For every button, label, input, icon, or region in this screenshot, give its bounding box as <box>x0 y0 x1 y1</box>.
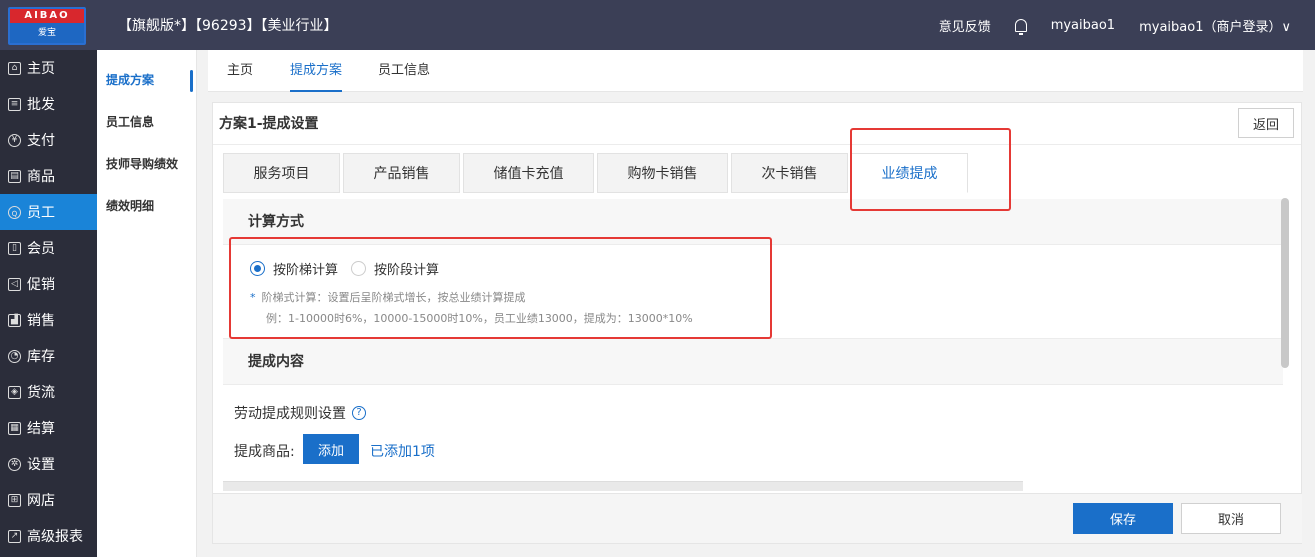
chart-icon: ▟ <box>8 313 21 327</box>
sub-nav: 提成方案 员工信息 技师导购绩效 绩效明细 <box>97 50 197 557</box>
aibao-logo[interactable]: AIBAO 爱宝 <box>8 7 86 45</box>
commission-content-heading: 提成内容 <box>223 339 1283 385</box>
scrollbar[interactable] <box>1281 198 1289 368</box>
panel-header: 方案1-提成设置 返回 <box>213 103 1301 145</box>
trend-icon: ↗ <box>8 529 21 543</box>
logo-bottom-text: 爱宝 <box>10 23 84 43</box>
gift-icon: ⊞ <box>8 493 21 507</box>
table-header <box>223 481 1023 491</box>
rule-setting-text: 劳动提成规则设置 <box>234 406 346 422</box>
nav-label: 库存 <box>27 349 55 365</box>
highlight-box-calc <box>229 237 772 339</box>
nav-label: 批发 <box>27 97 55 113</box>
people-icon: ꞯ <box>8 205 21 219</box>
document-icon: ▦ <box>8 421 21 435</box>
left-nav: ⌂ 主页 ≡ 批发 ¥ 支付 ▤ 商品 ꞯ 员工 ▯ 会员 ◁ 促销 ▟ 销售 ◔ 库存 ◈ 货流 … <box>0 50 97 557</box>
commission-content-body: 劳动提成规则设置 ? 提成商品: 添加 已添加1项 <box>223 385 1283 491</box>
box-icon: ▤ <box>8 169 21 183</box>
account-menu[interactable]: myaibao1（商户登录）∨ <box>1139 16 1291 35</box>
home-icon: ⌂ <box>8 61 21 75</box>
save-button[interactable]: 保存 <box>1073 503 1173 534</box>
megaphone-icon: ◁ <box>8 277 21 291</box>
top-right-bar: 意见反馈 myaibao1 myaibao1（商户登录）∨ <box>939 0 1315 50</box>
nav-item-promotion[interactable]: ◁ 促销 <box>0 266 97 302</box>
top-bar: AIBAO 爱宝 【旗舰版*】【96293】【美业行业】 意见反馈 myaiba… <box>0 0 1315 50</box>
nav-label: 设置 <box>27 457 55 473</box>
nav-item-settlement[interactable]: ▦ 结算 <box>0 410 97 446</box>
added-count-link[interactable]: 已添加1项 <box>370 441 435 461</box>
nav-label: 支付 <box>27 133 55 149</box>
feedback-link[interactable]: 意见反馈 <box>939 16 991 35</box>
nav-item-home[interactable]: ⌂ 主页 <box>0 50 97 86</box>
nav-label: 会员 <box>27 241 55 257</box>
list-icon: ≡ <box>8 97 21 111</box>
highlight-box-tab <box>850 128 1011 211</box>
commission-product-label: 提成商品: <box>234 444 295 460</box>
nav-item-member[interactable]: ▯ 会员 <box>0 230 97 266</box>
sub-nav-technician-performance[interactable]: 技师导购绩效 <box>97 143 196 185</box>
shop-title: 【旗舰版*】【96293】【美业行业】 <box>118 18 338 34</box>
tab-home[interactable]: 主页 <box>227 50 253 92</box>
cancel-button[interactable]: 取消 <box>1181 503 1281 534</box>
sub-nav-commission-plan[interactable]: 提成方案 <box>97 59 196 101</box>
sub-nav-performance-detail[interactable]: 绩效明细 <box>97 185 196 227</box>
bell-icon[interactable] <box>1014 18 1027 35</box>
cube-icon: ◈ <box>8 385 21 399</box>
nav-item-payment[interactable]: ¥ 支付 <box>0 122 97 158</box>
nav-label: 促销 <box>27 277 55 293</box>
nav-item-wholesale[interactable]: ≡ 批发 <box>0 86 97 122</box>
nav-label: 网店 <box>27 493 55 509</box>
nav-label: 销售 <box>27 313 55 329</box>
nav-label: 货流 <box>27 385 55 401</box>
rule-setting-label: 劳动提成规则设置 ? <box>234 403 366 423</box>
tab-service-items[interactable]: 服务项目 <box>223 153 340 193</box>
nav-item-webshop[interactable]: ⊞ 网店 <box>0 482 97 518</box>
nav-item-inventory[interactable]: ◔ 库存 <box>0 338 97 374</box>
nav-item-sales[interactable]: ▟ 销售 <box>0 302 97 338</box>
back-button[interactable]: 返回 <box>1238 108 1294 138</box>
tab-product-sales[interactable]: 产品销售 <box>343 153 460 193</box>
member-icon: ▯ <box>8 241 21 255</box>
nav-label: 主页 <box>27 61 55 77</box>
page-tabs: 主页 提成方案 员工信息 <box>208 50 1303 92</box>
tab-shopping-card-sales[interactable]: 购物卡销售 <box>597 153 728 193</box>
nav-label: 商品 <box>27 169 55 185</box>
tab-stored-card-recharge[interactable]: 储值卡充值 <box>463 153 594 193</box>
footer-bar: 保存 取消 <box>213 493 1302 543</box>
nav-item-settings[interactable]: ✲ 设置 <box>0 446 97 482</box>
tab-commission-plan[interactable]: 提成方案 <box>290 50 343 92</box>
nav-label: 结算 <box>27 421 55 437</box>
nav-label: 员工 <box>27 205 55 221</box>
panel-title: 方案1-提成设置 <box>219 116 319 132</box>
nav-item-reports[interactable]: ↗ 高级报表 <box>0 518 97 554</box>
tab-times-card-sales[interactable]: 次卡销售 <box>731 153 848 193</box>
nav-item-staff[interactable]: ꞯ 员工 <box>0 194 97 230</box>
yen-icon: ¥ <box>8 133 21 147</box>
add-product-button[interactable]: 添加 <box>303 434 359 464</box>
pie-icon: ◔ <box>8 349 21 363</box>
help-icon[interactable]: ? <box>352 406 366 420</box>
sub-nav-staff-info[interactable]: 员工信息 <box>97 101 196 143</box>
logo-top-text: AIBAO <box>10 9 84 23</box>
nav-item-goods[interactable]: ▤ 商品 <box>0 158 97 194</box>
tab-staff-info[interactable]: 员工信息 <box>378 50 430 92</box>
nav-label: 高级报表 <box>27 529 83 545</box>
username-label[interactable]: myaibao1 <box>1051 18 1115 33</box>
gear-icon: ✲ <box>8 457 21 471</box>
nav-item-logistics[interactable]: ◈ 货流 <box>0 374 97 410</box>
